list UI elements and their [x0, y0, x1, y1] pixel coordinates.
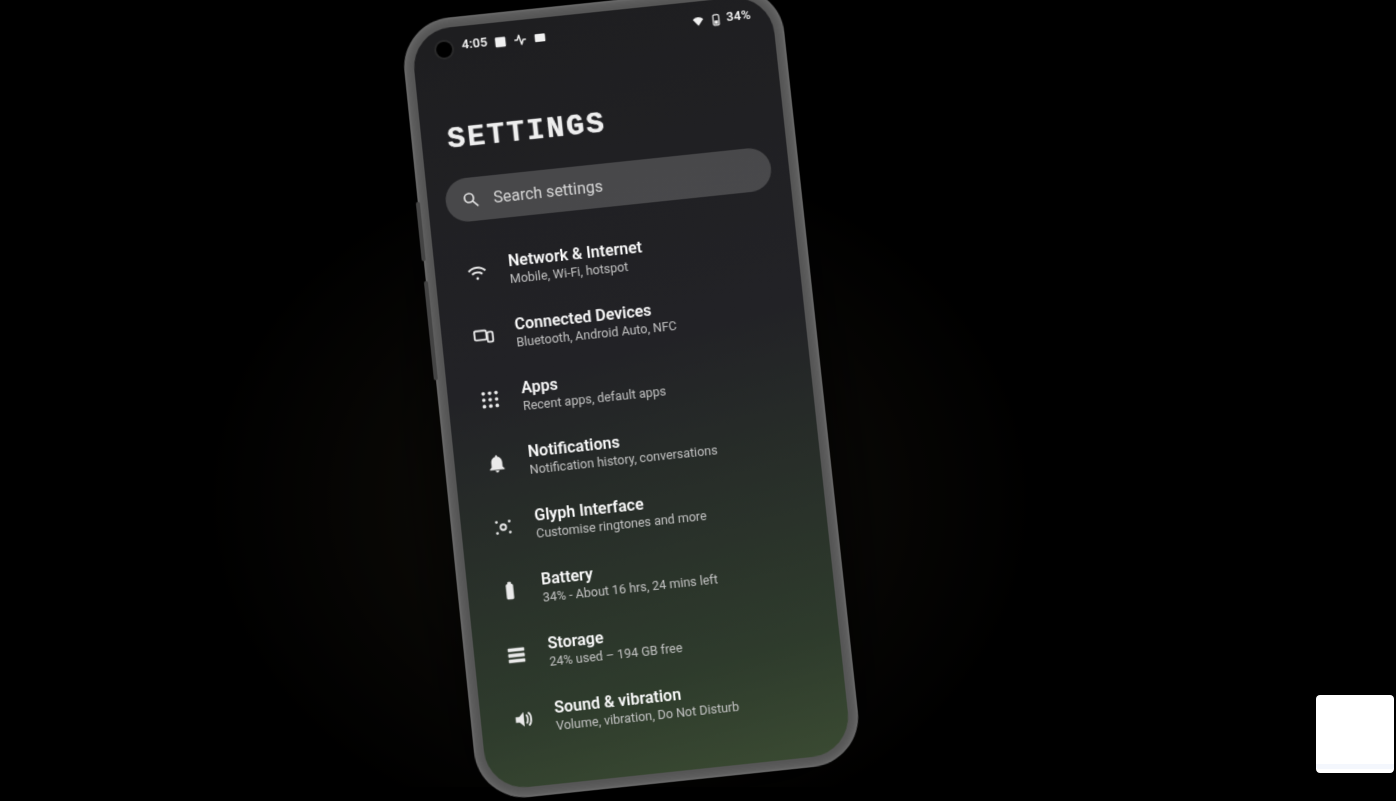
- battery-status-icon: [708, 11, 723, 26]
- calendar-icon: [493, 34, 508, 49]
- search-input[interactable]: Search settings: [444, 146, 774, 223]
- search-icon: [461, 190, 481, 210]
- storage-icon: [503, 642, 529, 669]
- search-placeholder: Search settings: [492, 176, 603, 206]
- glyph-icon: [490, 514, 516, 540]
- activity-icon: [512, 32, 527, 47]
- wifi-icon: [464, 260, 490, 286]
- wifi-status-icon: [690, 13, 705, 28]
- status-battery-text: 34%: [726, 8, 752, 25]
- corner-widget[interactable]: [1316, 695, 1394, 773]
- phone-screen: 4:05: [410, 0, 852, 791]
- picture-icon: [532, 30, 547, 45]
- battery-icon: [497, 578, 523, 605]
- status-time: 4:05: [461, 35, 488, 52]
- bell-icon: [484, 450, 510, 476]
- devices-icon: [471, 323, 497, 349]
- camera-punch-hole: [435, 41, 452, 58]
- volume-icon: [510, 706, 536, 733]
- settings-list: Network & Internet Mobile, Wi-Fi, hotspo…: [432, 208, 848, 756]
- page-title: SETTINGS: [446, 89, 784, 158]
- corner-widget-bar: [1316, 764, 1394, 769]
- apps-icon: [477, 386, 503, 412]
